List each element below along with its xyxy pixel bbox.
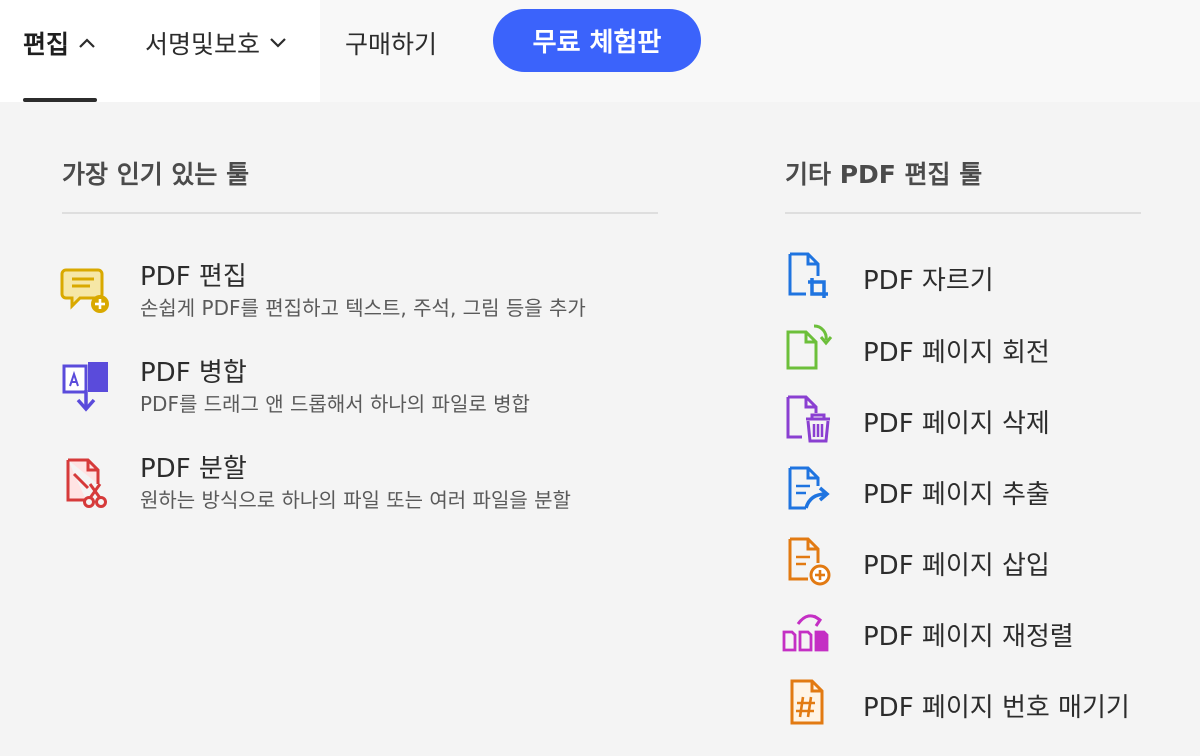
nav-buy-label: 구매하기 [345, 30, 438, 59]
other-tools-heading: 기타 PDF 편집 툴 [785, 160, 983, 189]
tool-name: PDF 페이지 번호 매기기 [863, 693, 1130, 723]
tool-merge-pdf[interactable]: PDF 병합 PDF를 드래그 앤 드롭해서 하나의 파일로 병합 [60, 352, 660, 432]
nav-sign-label: 서명및보호 [145, 30, 261, 59]
nav-edit-menu[interactable]: 편집 [23, 26, 97, 60]
tool-name: PDF 편집 [140, 262, 247, 292]
tool-name: PDF 페이지 재정렬 [863, 622, 1074, 652]
popular-tools-heading: 가장 인기 있는 툴 [62, 160, 250, 189]
tool-split-pdf[interactable]: PDF 분할 원하는 방식으로 하나의 파일 또는 여러 파일을 분할 [60, 448, 660, 528]
reorder-pages-icon [782, 614, 829, 652]
active-tab-underline [23, 98, 97, 102]
tool-rotate-page[interactable]: PDF 페이지 회전 [780, 322, 1160, 376]
tool-description: PDF를 드래그 앤 드롭해서 하나의 파일로 병합 [140, 392, 530, 416]
chevron-up-icon [79, 38, 95, 48]
nav-sign-menu[interactable]: 서명및보호 [145, 26, 288, 60]
delete-page-icon [786, 395, 830, 443]
tool-delete-page[interactable]: PDF 페이지 삭제 [780, 393, 1160, 447]
edit-pdf-icon [60, 268, 109, 313]
top-nav: 편집 서명및보호 구매하기 무료 체험판 [0, 0, 1200, 102]
extract-page-icon [788, 466, 830, 510]
tool-name: PDF 페이지 삽입 [863, 551, 1050, 581]
insert-page-icon [788, 537, 831, 586]
tool-crop-pdf[interactable]: PDF 자르기 [780, 250, 1160, 304]
tool-name: PDF 페이지 삭제 [863, 409, 1050, 439]
number-pages-icon [790, 679, 824, 725]
tool-name: PDF 페이지 추출 [863, 480, 1050, 510]
nav-edit-label: 편집 [23, 30, 70, 59]
tool-name: PDF 자르기 [863, 266, 994, 296]
tool-name: PDF 병합 [140, 358, 247, 388]
chevron-down-icon [270, 38, 286, 48]
split-pdf-icon [66, 458, 107, 508]
other-tools-divider [785, 212, 1141, 214]
tool-insert-page[interactable]: PDF 페이지 삽입 [780, 535, 1160, 589]
tool-edit-pdf[interactable]: PDF 편집 손쉽게 PDF를 편집하고 텍스트, 주석, 그림 등을 추가 [60, 256, 660, 336]
tool-name: PDF 분할 [140, 454, 247, 484]
free-trial-button[interactable]: 무료 체험판 [493, 9, 701, 72]
tool-name: PDF 페이지 회전 [863, 338, 1050, 368]
nav-buy-link[interactable]: 구매하기 [345, 26, 437, 60]
merge-pdf-icon [62, 362, 108, 412]
tool-reorder-pages[interactable]: PDF 페이지 재정렬 [780, 606, 1160, 660]
tool-description: 손쉽게 PDF를 편집하고 텍스트, 주석, 그림 등을 추가 [140, 296, 586, 320]
tool-number-pages[interactable]: PDF 페이지 번호 매기기 [780, 677, 1160, 731]
rotate-page-icon [786, 324, 833, 370]
tool-extract-page[interactable]: PDF 페이지 추출 [780, 464, 1160, 518]
crop-pdf-icon [788, 252, 828, 298]
popular-tools-divider [62, 212, 658, 214]
tool-description: 원하는 방식으로 하나의 파일 또는 여러 파일을 분할 [140, 488, 571, 512]
